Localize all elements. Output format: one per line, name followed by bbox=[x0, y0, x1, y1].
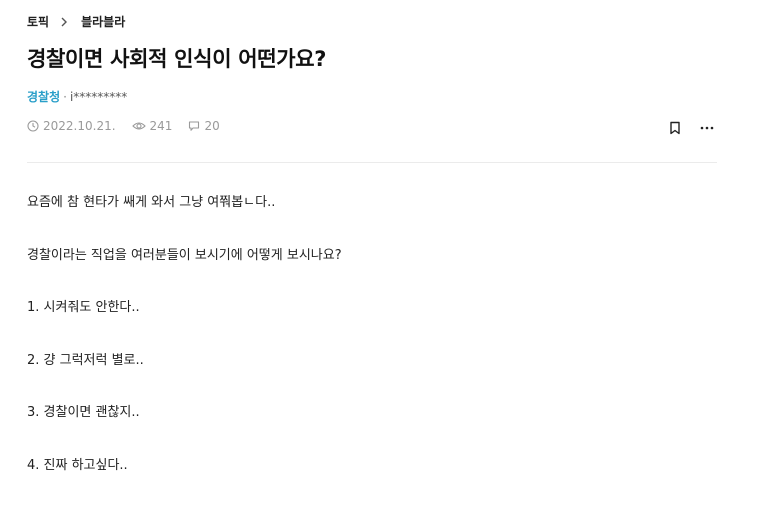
bookmark-icon bbox=[669, 121, 681, 135]
post-views-count: 241 bbox=[150, 119, 173, 133]
post-views: 241 bbox=[132, 119, 173, 133]
more-options-button[interactable] bbox=[697, 119, 717, 137]
author-nickname: i********* bbox=[70, 90, 127, 104]
chevron-right-icon bbox=[59, 15, 73, 29]
more-horizontal-icon bbox=[700, 126, 714, 130]
bookmark-button[interactable] bbox=[665, 119, 685, 137]
post-comments[interactable]: 20 bbox=[188, 119, 219, 133]
post-actions bbox=[665, 119, 717, 137]
eye-icon bbox=[132, 120, 146, 132]
breadcrumb-board-link[interactable]: 블라블라 bbox=[81, 13, 125, 30]
post-date-text: 2022.10.21. bbox=[43, 119, 116, 133]
body-paragraph: 3. 경찰이면 괜찮지.. bbox=[27, 404, 342, 457]
body-paragraph: 1. 시켜줘도 안한다.. bbox=[27, 299, 342, 352]
clock-icon bbox=[27, 120, 39, 132]
body-paragraph: 4. 진짜 하고싶다.. bbox=[27, 457, 342, 509]
breadcrumb: 토픽 블라블라 bbox=[27, 13, 125, 30]
body-paragraph: 경찰이라는 직업을 여러분들이 보시기에 어떻게 보시나요? bbox=[27, 247, 342, 300]
body-paragraph: 2. 걍 그럭저럭 별로.. bbox=[27, 352, 342, 405]
post-body: 요즘에 참 현타가 쌔게 와서 그냥 여쭤봅ㄴ다.. 경찰이라는 직업을 여러분… bbox=[27, 194, 342, 509]
body-paragraph: 요즘에 참 현타가 쌔게 와서 그냥 여쭤봅ㄴ다.. bbox=[27, 194, 342, 247]
post-comments-count: 20 bbox=[204, 119, 219, 133]
author-company-link[interactable]: 경찰청 bbox=[27, 88, 60, 105]
speech-bubble-icon bbox=[188, 120, 200, 132]
post-title: 경찰이면 사회적 인식이 어떤가요? bbox=[27, 43, 326, 73]
post-date: 2022.10.21. bbox=[27, 119, 116, 133]
author-separator: · bbox=[63, 90, 67, 104]
post-meta: 2022.10.21. 241 20 bbox=[27, 119, 236, 133]
post-author: 경찰청 · i********* bbox=[27, 88, 127, 105]
divider bbox=[27, 162, 717, 163]
breadcrumb-topic-link[interactable]: 토픽 bbox=[27, 13, 49, 30]
